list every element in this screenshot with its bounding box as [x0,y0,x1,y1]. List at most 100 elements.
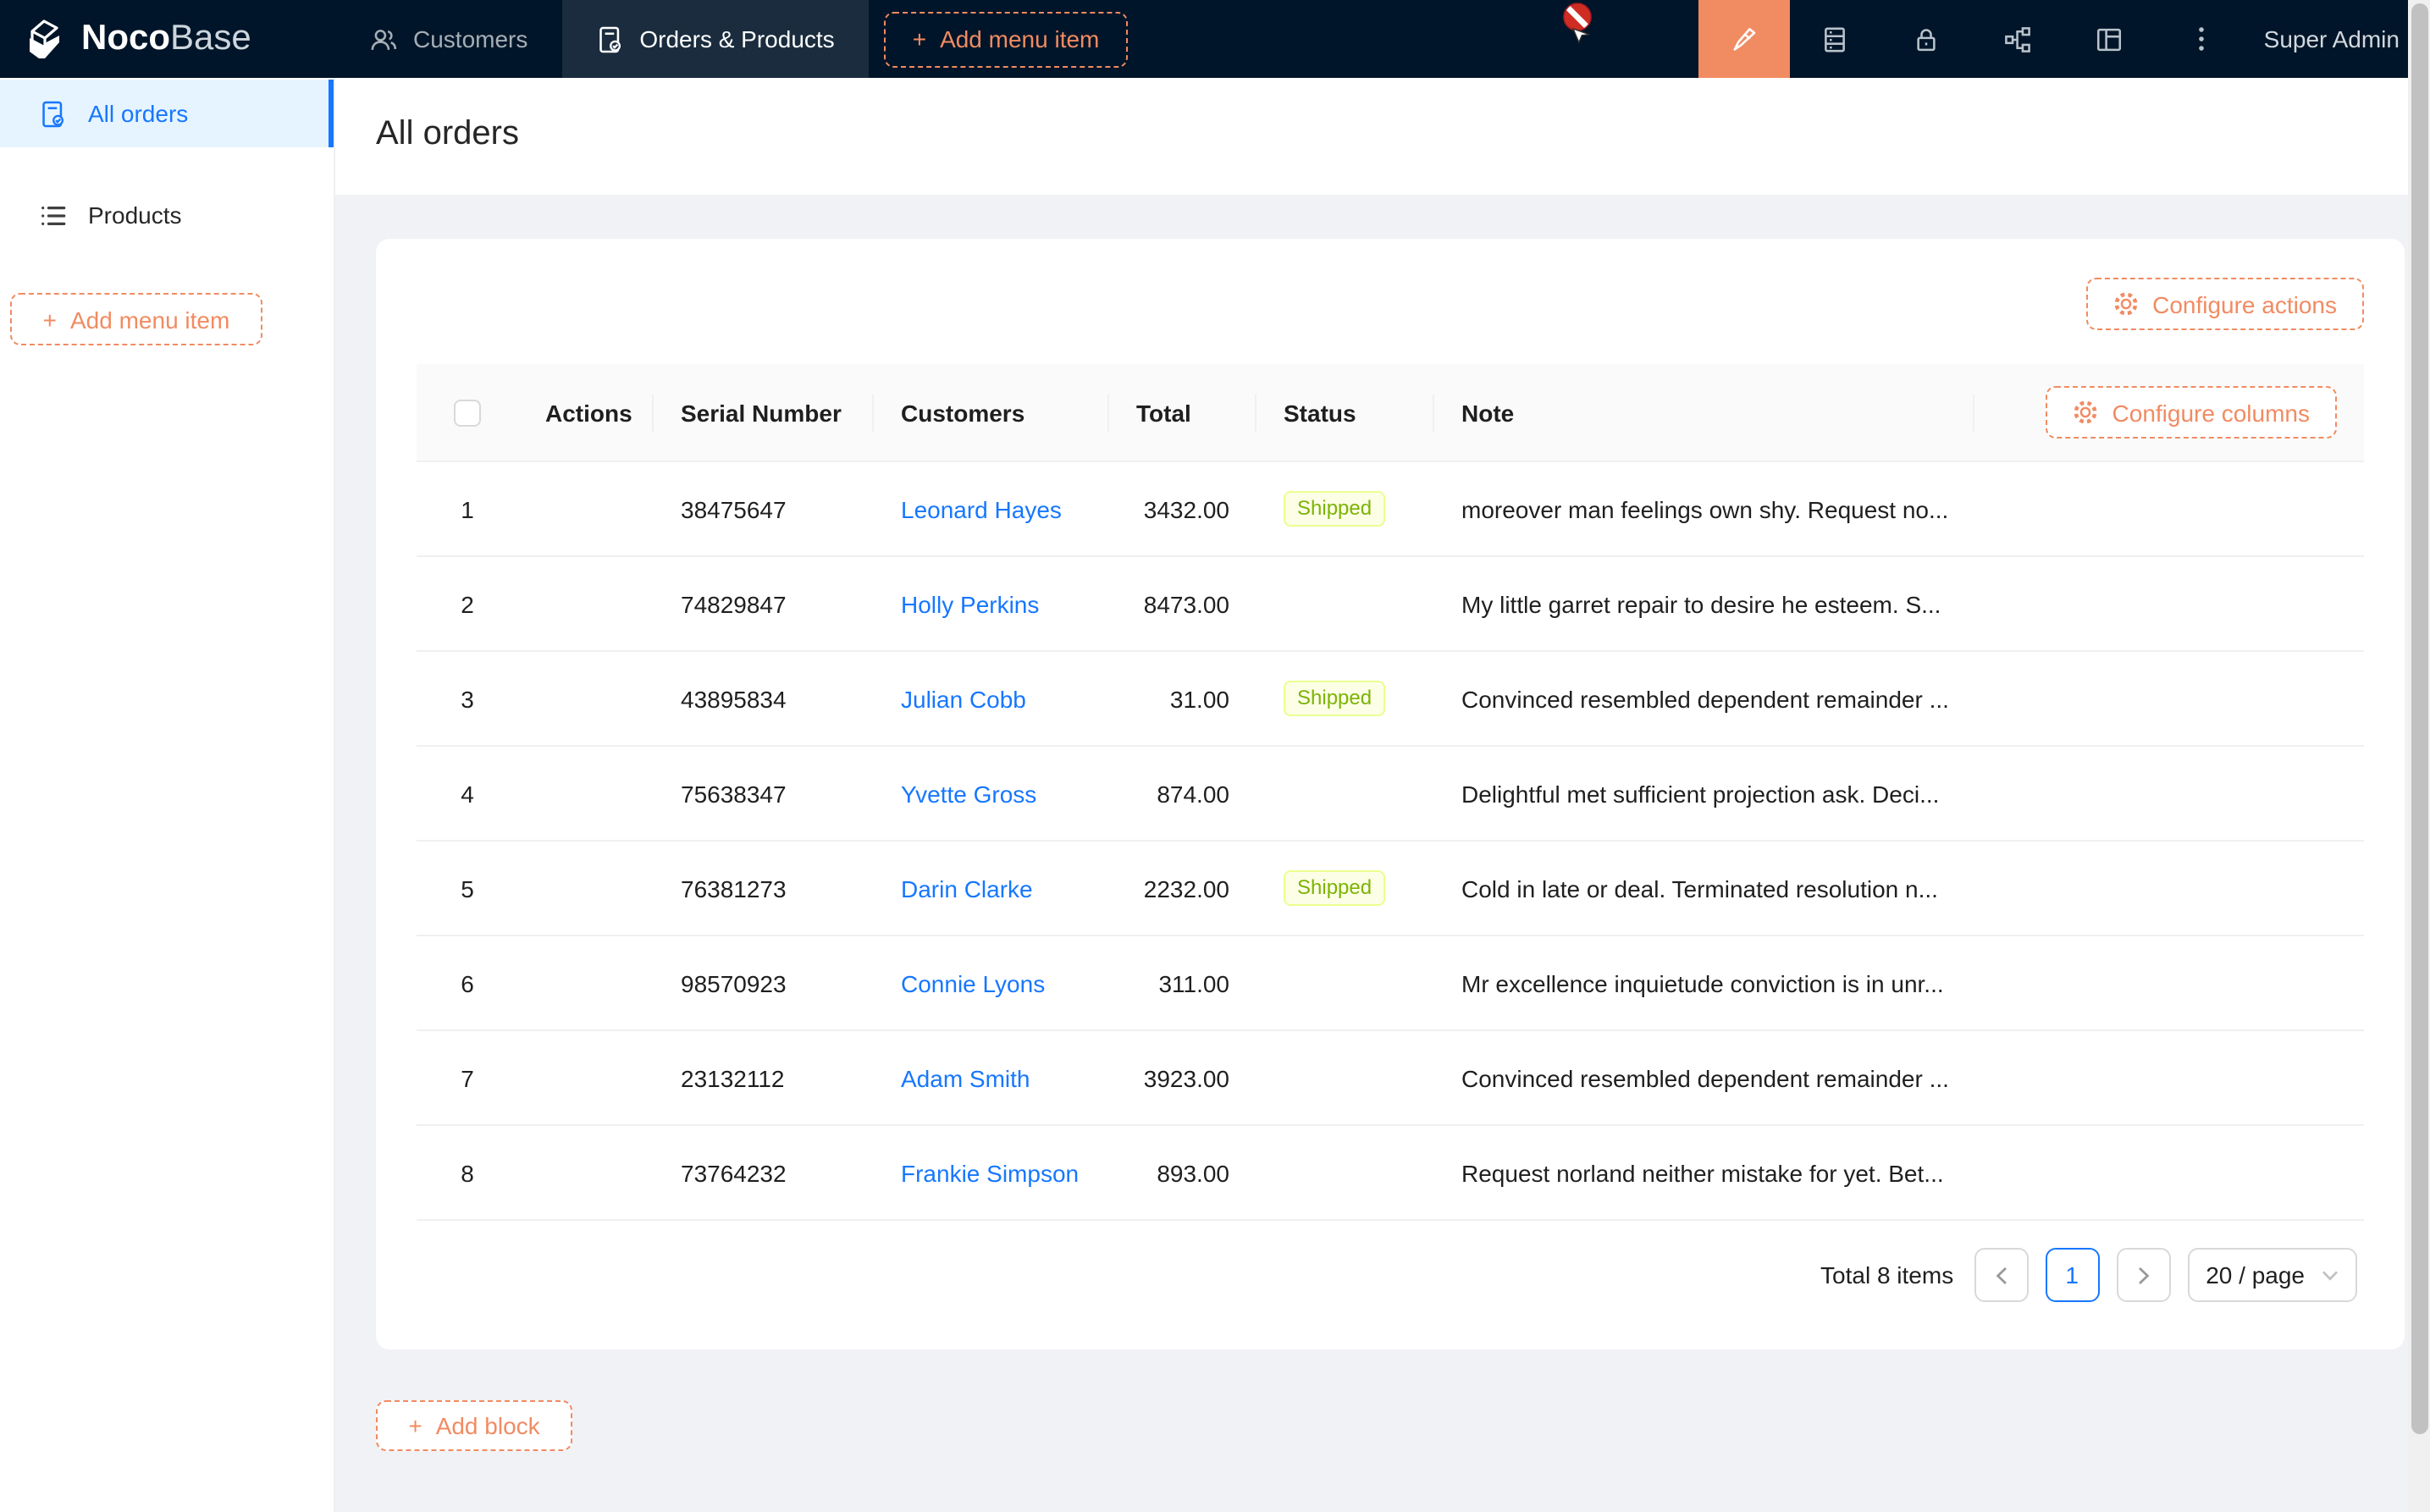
sidebar-item-all-orders[interactable]: All orders [0,80,334,147]
gear-icon [2074,400,2099,425]
pagination-page-1[interactable]: 1 [2045,1248,2099,1302]
nav-add-menu-item-button[interactable]: + Add menu item [884,11,1129,67]
row-index: 6 [444,969,491,996]
nocobase-logo[interactable]: NocoBase [0,0,335,78]
note-cell: Convinced resembled dependent remainder … [1434,1064,1974,1091]
column-header-serial-number[interactable]: Serial Number [654,364,874,461]
plus-icon: + [913,25,926,52]
sidebar-add-menu-item-button[interactable]: + Add menu item [10,293,262,345]
note-cell: My little garret repair to desire he est… [1434,590,1974,617]
status-badge: Shipped [1284,870,1385,906]
gear-icon [2113,291,2139,317]
configure-actions-button[interactable]: Configure actions [2086,278,2364,330]
serial-number-cell: 75638347 [654,780,874,807]
plugin-manager-button[interactable] [1973,0,2064,78]
column-header-status[interactable]: Status [1256,364,1434,461]
scrollbar-thumb[interactable] [2411,3,2427,1434]
column-header-note[interactable]: Note [1434,364,1974,461]
vertical-scrollbar[interactable] [2408,0,2430,1512]
select-all-checkbox[interactable] [454,399,481,426]
serial-number-cell: 76381273 [654,875,874,902]
pagination-total: Total 8 items [1820,1261,1953,1289]
row-index: 8 [444,1159,491,1186]
customer-link[interactable]: Julian Cobb [901,685,1026,712]
serial-number-cell: 98570923 [654,969,874,996]
row-index: 5 [444,875,491,902]
page-title: All orders [376,115,2430,154]
customer-link[interactable]: Adam Smith [901,1064,1030,1091]
content-area: Configure actions Actions Serial Number … [335,195,2430,1512]
orders-products-icon [595,25,624,53]
add-block-button[interactable]: + Add block [376,1400,572,1451]
total-cell: 893.00 [1109,1159,1256,1186]
note-cell: Mr excellence inquietude conviction is i… [1434,969,1974,996]
total-cell: 8473.00 [1109,590,1256,617]
ui-editor-button[interactable] [1698,0,1790,78]
pagination-next-button[interactable] [2116,1248,2170,1302]
nocobase-logo-icon [22,16,68,62]
chevron-left-icon [1994,1266,2008,1284]
database-button[interactable] [1790,0,1881,78]
row-index: 7 [444,1064,491,1091]
customer-link[interactable]: Darin Clarke [901,875,1033,902]
page-header: All orders [335,78,2430,195]
no-drop-cursor-icon [1561,2,1593,46]
customer-link[interactable]: Leonard Hayes [901,495,1062,522]
customer-cell: Connie Lyons [874,969,1109,996]
more-actions-button[interactable] [2156,0,2247,78]
table-header-row: Actions Serial Number Customers Total St… [417,364,2364,462]
orders-table: Actions Serial Number Customers Total St… [417,364,2364,1221]
column-header-customers[interactable]: Customers [874,364,1109,461]
sidebar-item-products[interactable]: Products [0,181,334,249]
note-cell: Cold in late or deal. Terminated resolut… [1434,875,1974,902]
status-badge: Shipped [1284,681,1385,716]
column-header-total[interactable]: Total [1109,364,1256,461]
list-icon [39,201,68,229]
nocobase-logo-text: NocoBase [81,19,251,59]
pagination: Total 8 items 1 20 / page [417,1248,2364,1302]
configure-columns-button[interactable]: Configure columns [2046,386,2337,439]
nav-item-orders-products[interactable]: Orders & Products [561,0,868,78]
customer-cell: Yvette Gross [874,780,1109,807]
pagination-prev-button[interactable] [1974,1248,2028,1302]
user-name: Super Admin [2264,25,2400,52]
table-row: 8 73764232 Frankie Simpson 893.00 Reques… [417,1126,2364,1221]
customer-link[interactable]: Yvette Gross [901,780,1036,807]
customer-link[interactable]: Frankie Simpson [901,1159,1079,1186]
table-row: 7 23132112 Adam Smith 3923.00 Convinced … [417,1031,2364,1126]
layout-button[interactable] [2064,0,2156,78]
serial-number-cell: 23132112 [654,1064,874,1091]
total-cell: 2232.00 [1109,875,1256,902]
status-badge: Shipped [1284,491,1385,527]
table-row: 6 98570923 Connie Lyons 311.00 Mr excell… [417,936,2364,1031]
customer-cell: Julian Cobb [874,685,1109,712]
orders-table-card: Configure actions Actions Serial Number … [376,239,2405,1349]
chevron-right-icon [2136,1266,2150,1284]
customer-link[interactable]: Connie Lyons [901,969,1045,996]
page-size-select[interactable]: 20 / page [2187,1248,2357,1302]
plus-icon: + [43,306,57,333]
sidebar-item-label: All orders [88,100,188,127]
customer-cell: Darin Clarke [874,875,1109,902]
total-cell: 874.00 [1109,780,1256,807]
user-menu[interactable]: Super Admin [2247,0,2430,78]
nav-item-label: Orders & Products [639,25,834,52]
total-cell: 311.00 [1109,969,1256,996]
nav-item-customers[interactable]: Customers [335,0,561,78]
note-cell: Convinced resembled dependent remainder … [1434,685,1974,712]
customer-link[interactable]: Holly Perkins [901,590,1039,617]
table-row: 5 76381273 Darin Clarke 2232.00 Shipped … [417,842,2364,936]
customers-icon [369,25,398,53]
status-cell: Shipped [1256,870,1434,906]
row-index: 3 [444,685,491,712]
note-cell: Delightful met sufficient projection ask… [1434,780,1974,807]
lock-button[interactable] [1881,0,1973,78]
navbar-right-actions: Super Admin [1698,0,2430,78]
sidebar-item-label: Products [88,201,182,229]
serial-number-cell: 74829847 [654,590,874,617]
table-row: 2 74829847 Holly Perkins 8473.00 My litt… [417,557,2364,652]
layout-icon [2096,25,2124,53]
table-toolbar: Configure actions [417,278,2364,330]
file-check-icon [39,99,68,128]
column-header-actions[interactable]: Actions [518,364,654,461]
